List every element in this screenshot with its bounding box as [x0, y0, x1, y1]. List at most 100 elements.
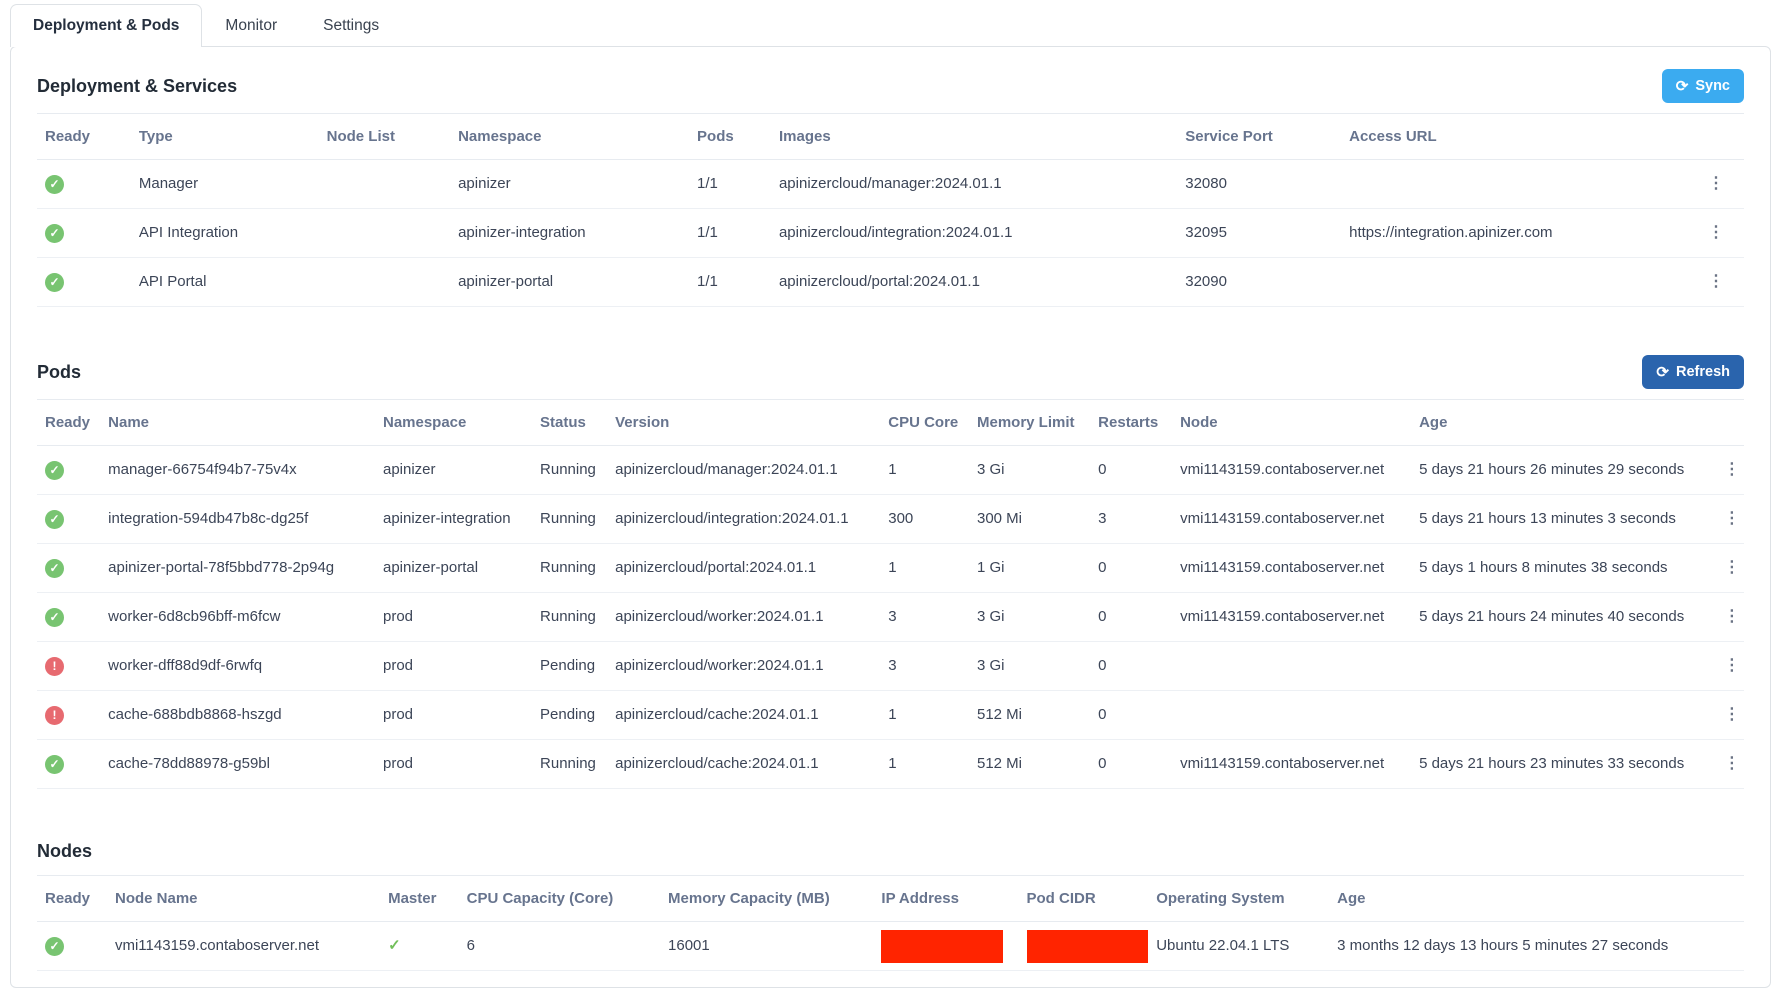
refresh-button-label: Refresh	[1676, 363, 1730, 381]
access-url-cell	[1341, 258, 1684, 307]
sync-button-label: Sync	[1695, 77, 1730, 95]
images-cell: apinizercloud/portal:2024.01.1	[771, 258, 1177, 307]
node-list-cell	[319, 209, 450, 258]
pods-count-cell: 1/1	[689, 209, 771, 258]
pods-count-cell: 1/1	[689, 258, 771, 307]
age-cell: 5 days 21 hours 26 minutes 29 seconds	[1411, 446, 1710, 495]
node-cell: vmi1143159.contaboserver.net	[1172, 446, 1411, 495]
pod-table-row: worker-6d8cb96bff-m6fcw prod Running api…	[37, 593, 1744, 642]
node-cell	[1172, 691, 1411, 740]
row-menu-button[interactable]: ⋮	[1718, 753, 1746, 774]
col-ip-address: IP Address	[873, 876, 1018, 922]
namespace-cell: prod	[375, 740, 532, 789]
memory-limit-cell: 512 Mi	[969, 691, 1090, 740]
pods-header-row: Ready Name Namespace Status Version CPU …	[37, 400, 1744, 446]
restarts-cell: 0	[1090, 642, 1172, 691]
cpu-core-cell: 300	[880, 495, 969, 544]
row-menu-button[interactable]: ⋮	[1718, 557, 1746, 578]
memory-capacity-cell: 16001	[660, 922, 873, 971]
cpu-core-cell: 1	[880, 691, 969, 740]
col-ready: Ready	[37, 114, 131, 160]
sync-button[interactable]: ⟳ Sync	[1662, 69, 1744, 103]
col-node-name: Node Name	[107, 876, 380, 922]
ready-status-icon	[45, 224, 64, 243]
version-cell: apinizercloud/cache:2024.01.1	[607, 740, 880, 789]
row-menu-button[interactable]: ⋮	[1718, 508, 1746, 529]
status-cell: Running	[532, 544, 607, 593]
deployments-section: Deployment & Services ⟳ Sync Ready Type …	[37, 69, 1744, 307]
redacted-pod-cidr-block	[1027, 930, 1149, 963]
access-url-cell	[1341, 160, 1684, 209]
images-cell: apinizercloud/manager:2024.01.1	[771, 160, 1177, 209]
tab-deployment-pods[interactable]: Deployment & Pods	[10, 4, 202, 47]
row-menu-button[interactable]: ⋮	[1718, 704, 1746, 725]
pod-table-row: worker-dff88d9df-6rwfq prod Pending apin…	[37, 642, 1744, 691]
version-cell: apinizercloud/worker:2024.01.1	[607, 642, 880, 691]
memory-limit-cell: 3 Gi	[969, 642, 1090, 691]
restarts-cell: 0	[1090, 446, 1172, 495]
pods-section-title: Pods	[37, 362, 81, 383]
namespace-cell: prod	[375, 642, 532, 691]
node-list-cell	[319, 160, 450, 209]
col-memory-limit: Memory Limit	[969, 400, 1090, 446]
ready-status-icon	[45, 937, 64, 956]
namespace-cell: apinizer	[375, 446, 532, 495]
namespace-cell: prod	[375, 593, 532, 642]
nodes-header-row: Ready Node Name Master CPU Capacity (Cor…	[37, 876, 1744, 922]
ready-status-icon	[45, 608, 64, 627]
memory-limit-cell: 3 Gi	[969, 446, 1090, 495]
node-table-row: vmi1143159.contaboserver.net 6 16001 Ubu…	[37, 922, 1744, 971]
memory-limit-cell: 3 Gi	[969, 593, 1090, 642]
row-menu-button[interactable]: ⋮	[1702, 222, 1730, 243]
row-menu-button[interactable]: ⋮	[1718, 655, 1746, 676]
node-cell: vmi1143159.contaboserver.net	[1172, 544, 1411, 593]
col-node-list: Node List	[319, 114, 450, 160]
col-age: Age	[1411, 400, 1710, 446]
pods-body: manager-66754f94b7-75v4x apinizer Runnin…	[37, 446, 1744, 789]
pods-section: Pods ⟳ Refresh Ready Name Namespace Stat…	[37, 355, 1744, 789]
service-port-cell: 32090	[1177, 258, 1341, 307]
memory-limit-cell: 512 Mi	[969, 740, 1090, 789]
row-menu-button[interactable]: ⋮	[1718, 606, 1746, 627]
pod-name-cell: cache-688bdb8868-hszgd	[100, 691, 375, 740]
col-restarts: Restarts	[1090, 400, 1172, 446]
ready-status-icon	[45, 510, 64, 529]
row-menu-button[interactable]: ⋮	[1702, 271, 1730, 292]
deployment-type-cell: Manager	[131, 160, 319, 209]
nodes-body: vmi1143159.contaboserver.net 6 16001 Ubu…	[37, 922, 1744, 971]
row-menu-button[interactable]: ⋮	[1718, 459, 1746, 480]
nodes-section: Nodes Ready Node Name Master CPU Capacit…	[37, 837, 1744, 971]
refresh-icon: ⟳	[1656, 365, 1669, 380]
col-actions	[1710, 400, 1744, 446]
deployments-table: Ready Type Node List Namespace Pods Imag…	[37, 113, 1744, 307]
ready-status-icon	[45, 755, 64, 774]
redacted-ip-block	[881, 930, 1003, 963]
pod-table-row: integration-594db47b8c-dg25f apinizer-in…	[37, 495, 1744, 544]
col-actions	[1684, 114, 1744, 160]
col-access-url: Access URL	[1341, 114, 1684, 160]
ready-status-icon	[45, 559, 64, 578]
col-cpu-capacity: CPU Capacity (Core)	[459, 876, 660, 922]
ready-status-icon	[45, 273, 64, 292]
tab-bar: Deployment & Pods Monitor Settings	[0, 0, 1781, 46]
pod-table-row: cache-78dd88978-g59bl prod Running apini…	[37, 740, 1744, 789]
col-ready: Ready	[37, 400, 100, 446]
age-cell: 5 days 21 hours 24 minutes 40 seconds	[1411, 593, 1710, 642]
pod-table-row: cache-688bdb8868-hszgd prod Pending apin…	[37, 691, 1744, 740]
refresh-button[interactable]: ⟳ Refresh	[1642, 355, 1744, 389]
col-namespace: Namespace	[450, 114, 689, 160]
row-menu-button[interactable]: ⋮	[1702, 173, 1730, 194]
version-cell: apinizercloud/cache:2024.01.1	[607, 691, 880, 740]
cpu-core-cell: 1	[880, 740, 969, 789]
col-service-port: Service Port	[1177, 114, 1341, 160]
tab-monitor[interactable]: Monitor	[202, 4, 300, 47]
ready-status-icon	[45, 175, 64, 194]
cpu-core-cell: 1	[880, 446, 969, 495]
deployments-section-title: Deployment & Services	[37, 76, 237, 97]
age-cell: 5 days 21 hours 23 minutes 33 seconds	[1411, 740, 1710, 789]
pod-table-row: apinizer-portal-78f5bbd778-2p94g apinize…	[37, 544, 1744, 593]
col-operating-system: Operating System	[1148, 876, 1329, 922]
deployment-table-row: API Portal apinizer-portal 1/1 apinizerc…	[37, 258, 1744, 307]
tab-settings[interactable]: Settings	[300, 4, 402, 47]
col-age: Age	[1329, 876, 1744, 922]
